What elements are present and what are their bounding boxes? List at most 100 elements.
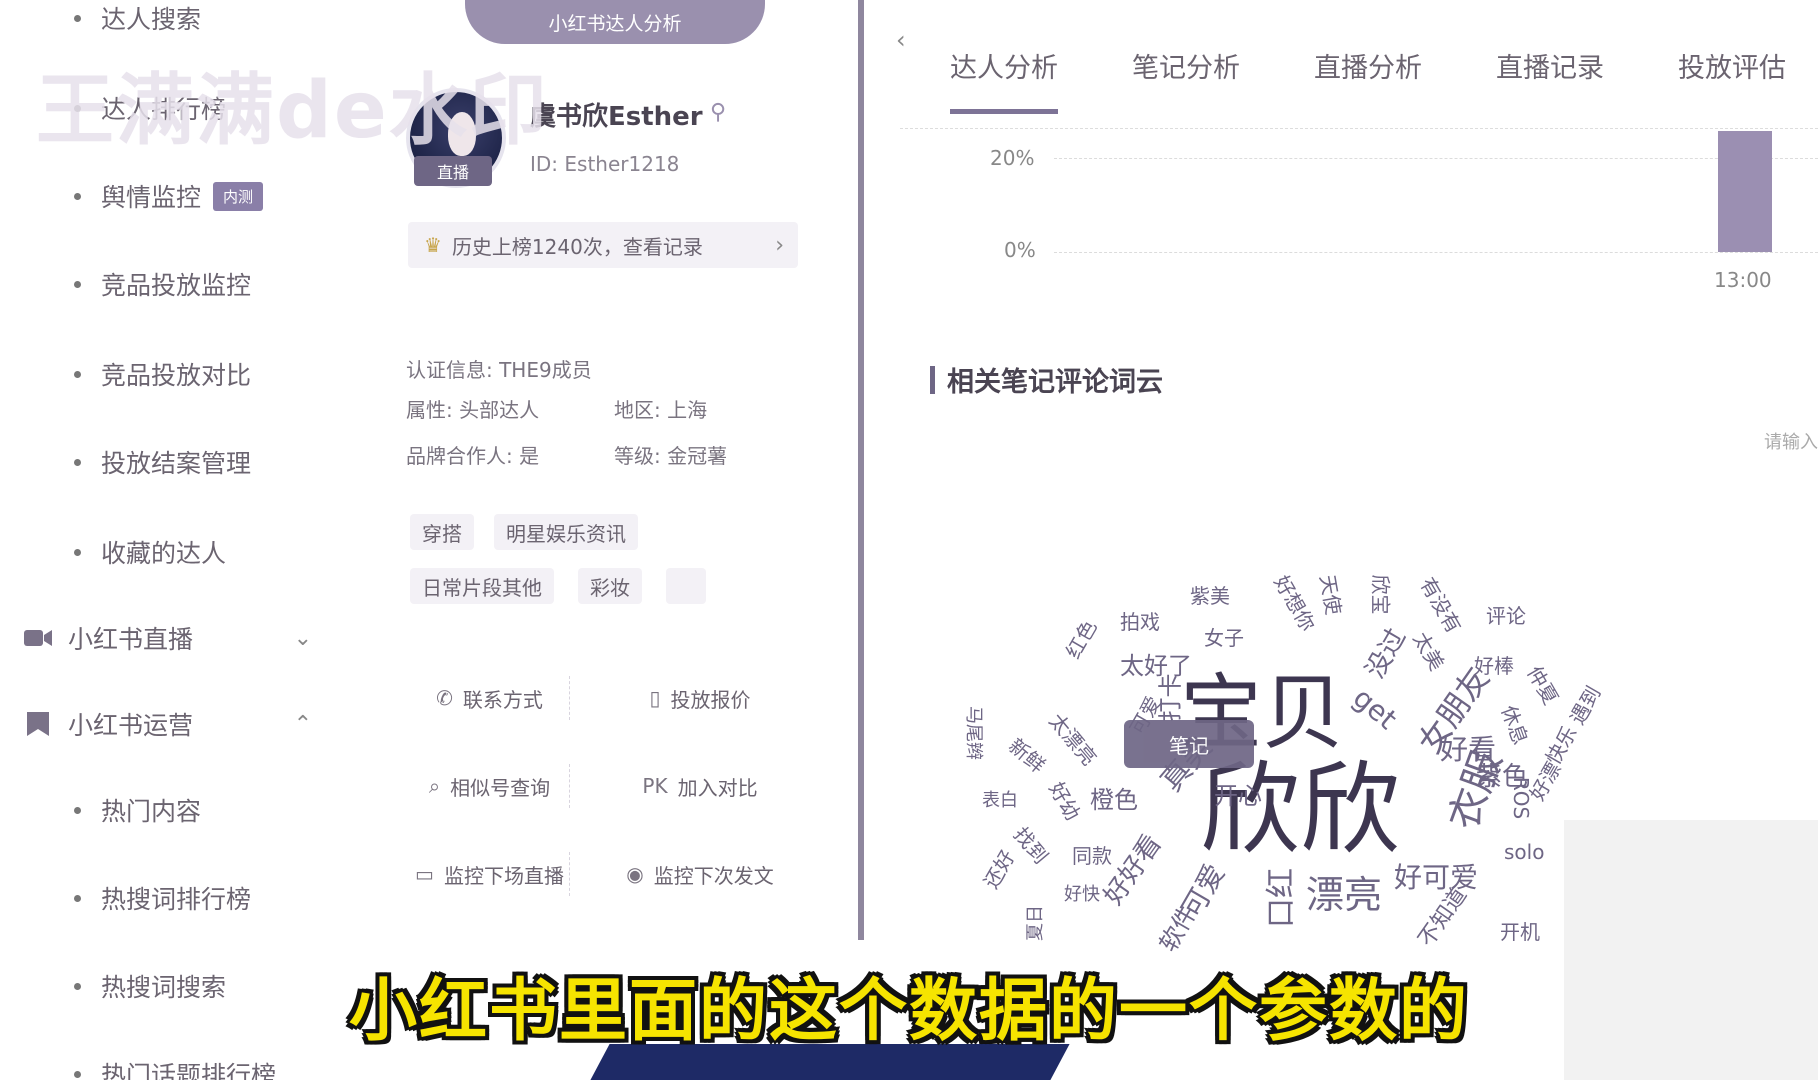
more-tag[interactable] (666, 568, 706, 604)
sidebar-item-label: 舆情监控 (101, 183, 202, 212)
cloud-word[interactable]: 表白 (982, 786, 1018, 812)
cloud-word[interactable]: 好幼 (1043, 776, 1088, 825)
y-tick-label: 0% (1004, 238, 1036, 262)
chevron-left-icon[interactable]: ‹ (896, 26, 906, 54)
sidebar-item-favorites[interactable]: 收藏的达人 (74, 534, 226, 570)
sidebar-item-hot-content[interactable]: 热门内容 (74, 792, 201, 828)
cloud-word[interactable]: 橙色 (1090, 780, 1138, 815)
chevron-right-icon: › (775, 232, 784, 258)
cloud-word[interactable]: 打卡 (1151, 674, 1186, 722)
analysis-panel: ‹ 达人分析 笔记分析 直播分析 直播记录 投放评估 20% 0% 13:00 … (864, 0, 1818, 1080)
attr-info: 属性: 头部达人 (406, 398, 540, 422)
cloud-word[interactable]: 漂亮 (1306, 864, 1382, 919)
cloud-word[interactable]: 太漂亮 (1044, 706, 1105, 771)
chart-bar[interactable] (1718, 131, 1772, 252)
video-subtitle: 小红书里面的这个数据的一个参数的 (348, 972, 1469, 1051)
sidebar-item-label: 热搜词排行榜 (101, 885, 252, 914)
sidebar-item-competitor-monitor[interactable]: 竞品投放监控 (74, 266, 251, 302)
cloud-word[interactable]: 还好 (975, 844, 1020, 893)
beta-badge: 内测 (213, 181, 264, 211)
cloud-word[interactable]: 评论 (1486, 600, 1526, 629)
search-icon: ⌕ (428, 774, 441, 798)
sidebar-item-hot-topics[interactable]: 热门话题排行榜 (74, 1056, 276, 1080)
cloud-word[interactable]: 仲夏 (1521, 660, 1566, 709)
cloud-word[interactable]: 夏日 (1021, 905, 1047, 941)
category-tag: 彩妆 (578, 568, 642, 604)
pin-icon[interactable]: ⚲ (710, 100, 726, 125)
sidebar-group-live[interactable]: 小红书直播 ⌄ (22, 620, 312, 656)
contact-button[interactable]: ✆ 联系方式 (410, 676, 570, 720)
cloud-word[interactable]: 有没有 (1414, 571, 1469, 637)
section-title: 相关笔记评论词云 (930, 360, 1163, 399)
sidebar-item-kol-search[interactable]: 达人搜索 (74, 0, 201, 36)
monitor-post-button[interactable]: ◉ 监控下次发文 (620, 852, 780, 896)
sidebar-item-hot-search-ranking[interactable]: 热搜词排行榜 (74, 880, 251, 916)
x-tick-label: 13:00 (1714, 268, 1772, 292)
level-info: 等级: 金冠薯 (614, 444, 728, 468)
cloud-word[interactable]: 紫美 (1190, 580, 1230, 609)
grid-line (1054, 252, 1818, 253)
grid-line (1054, 158, 1818, 159)
kol-analysis-tab[interactable]: 小红书达人分析 (465, 0, 765, 44)
camera-icon: ▭ (415, 862, 434, 886)
tab-note-analysis[interactable]: 笔记分析 (1132, 46, 1240, 114)
bookmark-icon (22, 710, 54, 738)
category-tag: 穿搭 (410, 514, 474, 550)
history-ranking-link[interactable]: ♛ 历史上榜1240次，查看记录 › (408, 222, 798, 268)
quote-icon: ▯ (649, 686, 661, 710)
cloud-word[interactable]: 拍戏 (1120, 606, 1160, 635)
profile-panel: 小红书达人分析 直播 虞书欣Esther ⚲ ID: Esther1218 ♛ … (380, 0, 860, 1080)
cloud-word[interactable]: 休息 (1496, 701, 1537, 749)
sidebar-item-label: 热门话题排行榜 (101, 1061, 277, 1080)
monitor-live-button[interactable]: ▭ 监控下场直播 (410, 852, 570, 896)
cloud-word[interactable]: 好棒 (1474, 650, 1514, 679)
phone-icon: ✆ (436, 686, 453, 710)
cloud-word[interactable]: 好可爱 (1394, 856, 1478, 896)
note-tooltip-chip[interactable]: 笔记 (1124, 720, 1254, 768)
cloud-word[interactable]: 口红 (1256, 868, 1300, 928)
cloud-word[interactable]: ROS (1509, 777, 1533, 819)
tab-live-records[interactable]: 直播记录 (1496, 46, 1604, 114)
quote-button[interactable]: ▯ 投放报价 (620, 676, 780, 720)
tab-live-analysis[interactable]: 直播分析 (1314, 46, 1422, 114)
cloud-word[interactable]: 新鲜 (1003, 731, 1052, 779)
kol-id: ID: Esther1218 (530, 152, 680, 176)
cloud-word[interactable]: 开机 (1500, 916, 1540, 945)
history-text: 历史上榜1240次，查看记录 (451, 234, 703, 259)
category-tag: 日常片段其他 (410, 568, 554, 604)
partner-info: 品牌合作人: 是 (406, 444, 540, 468)
sidebar-item-label: 收藏的达人 (101, 539, 227, 568)
cloud-word[interactable]: 遇到 (1561, 680, 1606, 729)
tab-kol-analysis[interactable]: 达人分析 (950, 46, 1058, 114)
chevron-down-icon: ⌄ (293, 625, 312, 651)
sidebar: 达人搜索 达人排行榜 舆情监控 内测 竞品投放监控 竞品投放对比 投放结案管理 收… (0, 0, 380, 1080)
sidebar-item-label: 热门内容 (101, 797, 202, 826)
similar-search-button[interactable]: ⌕ 相似号查询 (410, 764, 570, 808)
y-tick-label: 20% (990, 146, 1035, 170)
sidebar-item-sentiment[interactable]: 舆情监控 内测 (74, 178, 264, 214)
sidebar-item-label: 竞品投放监控 (101, 271, 252, 300)
tab-divider (900, 128, 1818, 129)
pk-icon: PK (642, 774, 668, 798)
sidebar-item-label: 竞品投放对比 (101, 361, 252, 390)
search-hint[interactable]: 请输入 (1764, 428, 1818, 454)
cert-info: 认证信息: THE9成员 (406, 358, 592, 382)
chevron-up-icon: ⌃ (293, 711, 312, 737)
cloud-word[interactable]: solo (1504, 840, 1544, 864)
cloud-word[interactable]: 女子 (1204, 622, 1244, 651)
cloud-word[interactable]: 欣宝 (1368, 575, 1397, 615)
cloud-word[interactable]: 好快 (1064, 880, 1100, 906)
sidebar-item-competitor-compare[interactable]: 竞品投放对比 (74, 356, 251, 392)
cloud-word[interactable]: 天使 (1314, 572, 1350, 617)
sidebar-item-campaign-close[interactable]: 投放结案管理 (74, 444, 251, 480)
kol-name: 虞书欣Esther (530, 102, 703, 132)
cloud-word[interactable]: 红色 (1057, 614, 1102, 663)
tab-campaign-eval[interactable]: 投放评估 (1678, 46, 1786, 114)
cloud-word[interactable]: 同款 (1072, 840, 1112, 869)
add-compare-button[interactable]: PK 加入对比 (620, 764, 780, 808)
cloud-word[interactable]: 马尾辫 (962, 706, 988, 760)
cloud-word[interactable]: 没过 (1355, 621, 1413, 685)
cloud-word[interactable]: 开心 (1214, 776, 1262, 811)
sidebar-group-operation[interactable]: 小红书运营 ⌃ (22, 706, 312, 742)
sidebar-item-kol-ranking[interactable]: 达人排行榜 (74, 90, 226, 126)
